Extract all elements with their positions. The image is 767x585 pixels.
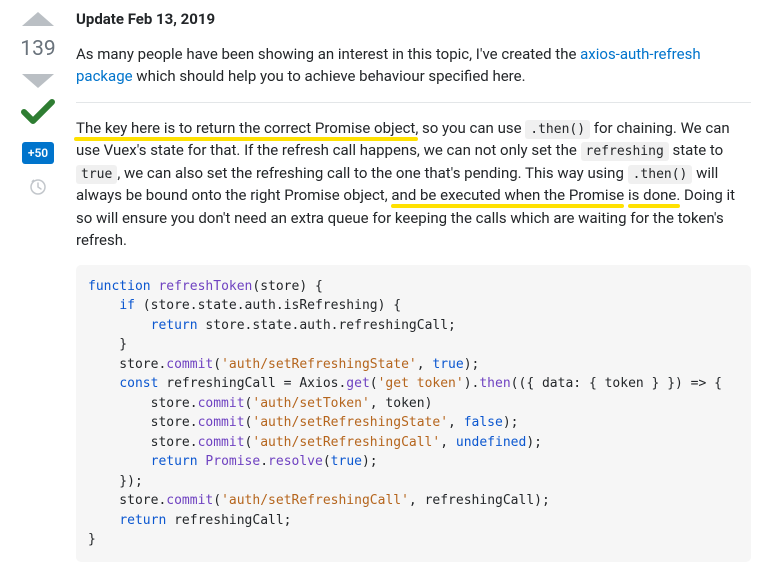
update-heading: Update Feb 13, 2019	[76, 8, 751, 31]
code-refreshing: refreshing	[581, 142, 669, 161]
intro-paragraph: As many people have been showing an inte…	[76, 43, 751, 88]
intro-text-1: As many people have been showing an inte…	[76, 45, 580, 63]
intro-text-2: which should help you to achieve behavio…	[133, 67, 526, 85]
code-true: true	[76, 165, 117, 184]
answer-content: Update Feb 13, 2019 As many people have …	[76, 8, 751, 575]
body-t2: so you can use	[418, 119, 525, 137]
highlight-2b: is done.	[628, 186, 680, 204]
downvote-button[interactable]	[20, 72, 56, 92]
code-then-1: .then()	[525, 120, 590, 139]
divider	[76, 102, 751, 103]
upvote-button[interactable]	[20, 8, 56, 28]
code-then-2: .then()	[628, 165, 693, 184]
highlight-2a: and be executed when the Promise	[391, 186, 624, 204]
accepted-check-icon	[20, 98, 56, 133]
code-block[interactable]: function refreshToken(store) { if (store…	[76, 265, 751, 562]
body-t5: , we can also set the refreshing call to…	[117, 164, 627, 182]
timeline-icon[interactable]	[29, 178, 47, 203]
vote-score: 139	[20, 34, 55, 66]
vote-column: 139 +50	[16, 8, 60, 575]
body-paragraph: The key here is to return the correct Pr…	[76, 117, 751, 252]
body-t4: state to	[669, 141, 723, 159]
bounty-badge: +50	[22, 142, 54, 164]
highlight-1: The key here is to return the correct Pr…	[76, 119, 418, 137]
